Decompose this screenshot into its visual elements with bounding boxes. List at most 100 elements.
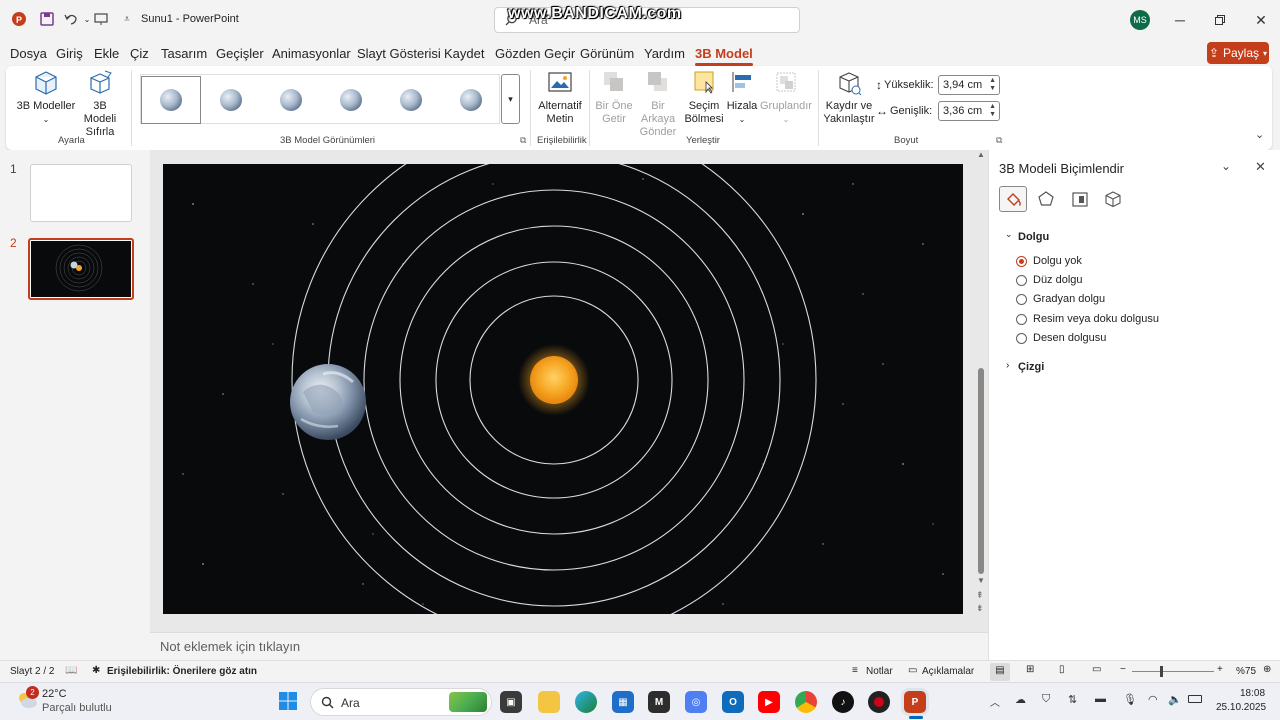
save-icon[interactable] (38, 10, 56, 28)
pane-options-icon[interactable]: ⌄ (1221, 159, 1231, 173)
minimize-icon[interactable]: ─ (1170, 10, 1190, 30)
3d-model-tab[interactable] (1104, 190, 1122, 208)
clock-time[interactable]: 18:08 (1240, 688, 1265, 699)
tab-help[interactable]: Yardım (644, 46, 685, 61)
radio-button[interactable] (1016, 313, 1027, 325)
slide-sorter-icon[interactable]: ⊞ (1026, 664, 1034, 675)
tab-insert[interactable]: Ekle (94, 46, 119, 61)
next-slide-icon[interactable]: ⇟ (976, 603, 984, 614)
normal-view-icon[interactable]: ▤ (990, 663, 1010, 681)
3d-view-option[interactable] (141, 76, 201, 124)
bandicam-icon[interactable] (868, 691, 890, 713)
tab-animations[interactable]: Animasyonlar (272, 46, 351, 61)
spin-arrows-icon[interactable]: ▲ ▼ (989, 103, 996, 119)
radio-solid-fill[interactable]: Düz dolgu (1016, 274, 1083, 286)
scroll-thumb[interactable] (978, 368, 984, 574)
close-icon[interactable]: ✕ (1251, 10, 1271, 30)
radio-button[interactable] (1016, 293, 1027, 305)
reset-model-button[interactable]: 3B Modeli Sıfırla (76, 70, 124, 139)
gallery-more-icon[interactable]: ▾ (501, 74, 520, 124)
collapse-ribbon-icon[interactable]: ⌄ (1255, 128, 1264, 141)
fit-to-window-icon[interactable]: ⊕ (1263, 664, 1271, 675)
bring-forward-button[interactable]: Bir Öne Getir (594, 70, 634, 126)
comments-button[interactable]: Açıklamalar (922, 666, 974, 677)
app-icon[interactable]: M (648, 691, 670, 713)
temperature[interactable]: 22°C (42, 688, 67, 700)
tab-file[interactable]: Dosya (10, 46, 47, 61)
fill-section-header[interactable]: Dolgu (1018, 231, 1049, 243)
tab-home[interactable]: Giriş (56, 46, 83, 61)
accessibility-status[interactable]: Erişilebilirlik: Önerilere göz atın (107, 666, 257, 677)
dialog-launcher-icon[interactable]: ⧉ (996, 135, 1002, 146)
size-properties-tab[interactable] (1071, 190, 1089, 208)
restore-icon[interactable] (1210, 10, 1230, 30)
file-explorer-icon[interactable] (538, 691, 560, 713)
radio-button[interactable] (1016, 332, 1027, 344)
height-input[interactable]: 3,94 cm ▲ ▼ (938, 75, 1000, 95)
radio-button[interactable] (1016, 274, 1027, 286)
dialog-launcher-icon[interactable]: ⧉ (520, 135, 526, 146)
notes-placeholder[interactable]: Not eklemek için tıklayın (160, 639, 300, 654)
slide-canvas[interactable] (163, 164, 963, 614)
accessibility-icon[interactable]: ✱ (92, 665, 100, 676)
share-button[interactable]: ⇪ Paylaş ▾ (1207, 42, 1269, 64)
radio-no-fill[interactable]: Dolgu yok (1016, 255, 1082, 267)
radio-picture-fill[interactable]: Resim veya doku dolgusu (1016, 313, 1159, 325)
chevron-right-icon[interactable]: › (1006, 360, 1009, 371)
zoom-out-icon[interactable]: − (1120, 664, 1126, 675)
edge-icon[interactable] (575, 691, 597, 713)
zoom-in-icon[interactable]: + (1217, 664, 1223, 675)
pan-zoom-button[interactable]: Kaydır ve Yakınlaştır (822, 70, 876, 126)
chrome-icon[interactable] (795, 691, 817, 713)
radio-button[interactable] (1016, 255, 1027, 267)
3d-view-option[interactable] (261, 76, 321, 124)
zoom-level[interactable]: %75 (1236, 666, 1256, 677)
spin-arrows-icon[interactable]: ▲ ▼ (989, 77, 996, 93)
tab-draw[interactable]: Çiz (130, 46, 149, 61)
width-input[interactable]: 3,36 cm ▲ ▼ (938, 101, 1000, 121)
microphone-icon[interactable]: 🎙 (1123, 693, 1137, 706)
avatar[interactable]: MS (1130, 10, 1150, 30)
tab-slideshow[interactable]: Slayt Gösterisi (357, 46, 441, 61)
reading-view-icon[interactable]: ▯ (1059, 664, 1065, 675)
group-button[interactable]: Gruplandır ⌄ (760, 70, 812, 126)
comments-icon[interactable]: ▭ (908, 665, 917, 676)
slide-thumbnail-1[interactable] (30, 164, 132, 222)
clock-date[interactable]: 25.10.2025 (1216, 702, 1266, 713)
pane-close-icon[interactable]: ✕ (1255, 159, 1266, 175)
scroll-down-icon[interactable]: ▼ (977, 576, 985, 585)
onedrive-icon[interactable]: ☁ (1015, 693, 1026, 706)
notes-button[interactable]: Notlar (866, 666, 893, 677)
selection-pane-button[interactable]: Seçim Bölmesi (684, 70, 724, 126)
line-section-header[interactable]: Çizgi (1018, 361, 1044, 373)
powerpoint-taskbar-icon[interactable]: P (904, 691, 926, 713)
task-view-icon[interactable]: ▣ (500, 691, 522, 713)
youtube-icon[interactable]: ▶ (758, 691, 780, 713)
previous-slide-icon[interactable]: ⇞ (976, 590, 984, 601)
tab-transitions[interactable]: Geçişler (216, 46, 264, 61)
3d-models-button[interactable]: 3B Modeller ⌄ (16, 70, 76, 126)
send-backward-button[interactable]: Bir Arkaya Gönder (634, 70, 682, 139)
zoom-slider-thumb[interactable] (1160, 666, 1163, 677)
3d-view-option[interactable] (321, 76, 381, 124)
align-button[interactable]: Hizala ⌄ (724, 70, 760, 126)
tab-view[interactable]: Görünüm (580, 46, 634, 61)
alt-text-button[interactable]: Alternatif Metin (534, 70, 586, 126)
volume-icon[interactable]: 🔈 (1168, 693, 1182, 706)
taskbar-search[interactable]: Ara (310, 688, 492, 716)
zoom-slider[interactable] (1132, 671, 1214, 672)
slideshow-view-icon[interactable]: ▭ (1092, 664, 1101, 675)
sliders-icon[interactable]: ⇅ (1068, 693, 1077, 706)
notes-icon[interactable]: ≡ (852, 665, 858, 676)
weather-condition[interactable]: Parçalı bulutlu (42, 702, 112, 714)
slide-thumbnail-2[interactable] (28, 238, 134, 300)
present-icon[interactable] (92, 10, 110, 28)
windows-start-icon[interactable] (278, 691, 298, 711)
spell-check-icon[interactable]: 📖 (65, 665, 77, 676)
radio-pattern-fill[interactable]: Desen dolgusu (1016, 332, 1106, 344)
tab-design[interactable]: Tasarım (161, 46, 207, 61)
3d-view-option[interactable] (381, 76, 441, 124)
fill-line-tab[interactable] (999, 186, 1027, 212)
3d-view-option[interactable] (201, 76, 261, 124)
radio-gradient-fill[interactable]: Gradyan dolgu (1016, 293, 1105, 305)
